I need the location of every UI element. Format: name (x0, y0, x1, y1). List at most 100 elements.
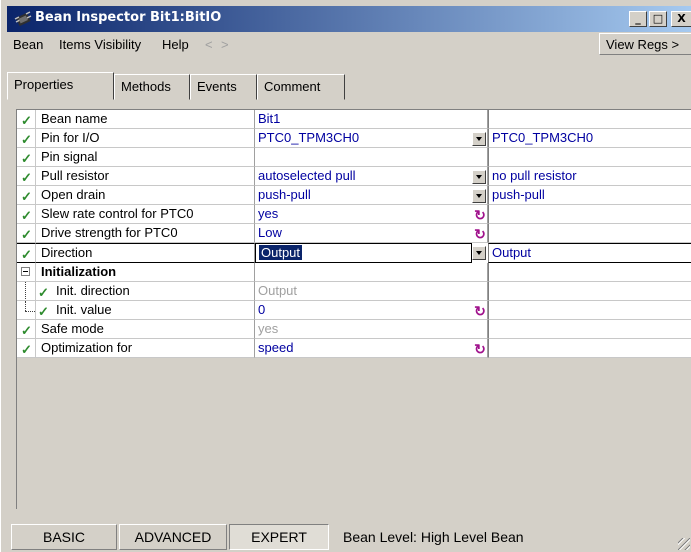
check-icon: ✓ (21, 113, 32, 128)
property-value[interactable]: Low (255, 224, 488, 243)
property-value2: no pull resistor (488, 167, 691, 186)
tab-properties[interactable]: Properties (7, 72, 114, 100)
check-icon: ✓ (38, 285, 49, 300)
tree-line (25, 301, 26, 311)
tab-methods[interactable]: Methods (114, 74, 190, 100)
property-row-pin-for-io[interactable]: ✓ Pin for I/O PTC0_TPM3CH0 PTC0_TPM3CH0 (17, 129, 691, 148)
status-cell (17, 263, 36, 282)
property-row-init-value[interactable]: ✓ Init. value 0 ↻ (17, 301, 691, 320)
property-name: Init. direction (56, 283, 130, 298)
advanced-level-button[interactable]: ADVANCED (119, 524, 227, 550)
back-arrow-button[interactable]: < (205, 37, 213, 52)
status-cell: ✓ (17, 129, 36, 148)
property-row-optimization[interactable]: ✓ Optimization for speed ↻ (17, 339, 691, 358)
property-row-safe-mode[interactable]: ✓ Safe mode yes (17, 320, 691, 339)
check-icon: ✓ (21, 189, 32, 204)
property-value[interactable]: autoselected pull (255, 167, 488, 186)
property-value[interactable]: yes (255, 205, 488, 224)
property-value: yes (255, 320, 488, 339)
property-value[interactable]: speed (255, 339, 488, 358)
menu-help[interactable]: Help (162, 37, 189, 52)
reset-icon[interactable]: ↻ (472, 207, 488, 223)
property-name-cell: ✓ Init. value (36, 301, 255, 320)
bean-chip-icon (14, 11, 32, 27)
property-row-pin-signal[interactable]: ✓ Pin signal (17, 148, 691, 167)
chevron-down-icon[interactable] (472, 246, 486, 260)
resize-grip[interactable] (678, 538, 690, 550)
expert-level-button[interactable]: EXPERT (229, 524, 329, 550)
bean-inspector-window: Bean Inspector Bit1:BitIO _ □ X Bean Ite… (0, 0, 691, 552)
status-cell: ✓ (17, 205, 36, 224)
basic-level-button[interactable]: BASIC (11, 524, 117, 550)
property-value2 (488, 263, 691, 282)
property-row-slew-rate[interactable]: ✓ Slew rate control for PTC0 yes ↻ (17, 205, 691, 224)
property-name: Open drain (36, 186, 255, 205)
property-value2 (488, 320, 691, 339)
property-value2 (488, 339, 691, 358)
check-icon: ✓ (21, 323, 32, 338)
check-icon: ✓ (38, 304, 49, 319)
menu-bean[interactable]: Bean (13, 37, 43, 52)
property-row-open-drain[interactable]: ✓ Open drain push-pull push-pull (17, 186, 691, 205)
direction-value-editor[interactable]: Output (255, 243, 472, 263)
property-value2: push-pull (488, 186, 691, 205)
close-button[interactable]: X (671, 11, 691, 27)
title-bar[interactable]: Bean Inspector Bit1:BitIO _ □ X (7, 6, 691, 32)
minimize-button[interactable]: _ (629, 11, 647, 27)
reset-icon[interactable]: ↻ (472, 341, 488, 357)
property-name: Optimization for (36, 339, 255, 358)
property-value2: Output (488, 243, 691, 263)
collapse-icon[interactable] (21, 267, 30, 276)
status-cell: ✓ (17, 186, 36, 205)
property-value[interactable]: Output (259, 245, 303, 260)
property-value[interactable]: 0 (255, 301, 488, 320)
property-value[interactable]: Bit1 (255, 110, 488, 129)
property-name: Safe mode (36, 320, 255, 339)
status-cell: ✓ (17, 167, 36, 186)
property-name-cell: ✓ Init. direction (36, 282, 255, 301)
property-group-initialization[interactable]: Initialization (17, 263, 691, 282)
reset-icon[interactable]: ↻ (472, 226, 488, 242)
property-name: Bean name (36, 110, 255, 129)
status-cell: ✓ (17, 339, 36, 358)
chevron-down-icon[interactable] (472, 132, 486, 146)
status-cell: ✓ (17, 243, 36, 263)
group-title: Initialization (36, 263, 255, 282)
menu-items-visibility[interactable]: Items Visibility (59, 37, 141, 52)
property-name: Slew rate control for PTC0 (36, 205, 255, 224)
status-cell: ✓ (17, 148, 36, 167)
forward-arrow-button[interactable]: > (221, 37, 229, 52)
status-cell: ✓ (17, 224, 36, 243)
status-cell: ✓ (17, 110, 36, 129)
window-title: Bean Inspector Bit1:BitIO (35, 10, 222, 25)
tab-events[interactable]: Events (190, 74, 257, 100)
check-icon: ✓ (21, 247, 32, 262)
tab-comment[interactable]: Comment (257, 74, 345, 100)
status-cell (17, 282, 36, 301)
property-value2: PTC0_TPM3CH0 (488, 129, 691, 148)
property-row-bean-name[interactable]: ✓ Bean name Bit1 (17, 110, 691, 129)
property-row-pull-resistor[interactable]: ✓ Pull resistor autoselected pull no pul… (17, 167, 691, 186)
reset-icon[interactable]: ↻ (472, 303, 488, 319)
property-value2 (488, 224, 691, 243)
view-regs-button[interactable]: View Regs > (599, 33, 691, 55)
property-value: Output (255, 282, 488, 301)
chevron-down-icon[interactable] (472, 170, 486, 184)
property-row-init-direction[interactable]: ✓ Init. direction Output (17, 282, 691, 301)
property-value[interactable] (255, 148, 488, 167)
property-value2 (488, 148, 691, 167)
maximize-button[interactable]: □ (649, 11, 667, 27)
property-name: Init. value (56, 302, 112, 317)
chevron-down-icon[interactable] (472, 189, 486, 203)
property-value2 (488, 110, 691, 129)
menu-bar: Bean Items Visibility Help < > View Regs… (7, 32, 691, 56)
check-icon: ✓ (21, 151, 32, 166)
property-value2 (488, 205, 691, 224)
property-value[interactable]: PTC0_TPM3CH0 (255, 129, 488, 148)
status-cell: ✓ (17, 320, 36, 339)
bean-level-label: Bean Level: High Level Bean (343, 529, 524, 545)
check-icon: ✓ (21, 227, 32, 242)
property-value[interactable]: push-pull (255, 186, 488, 205)
property-row-direction[interactable]: ✓ Direction Output Output (17, 243, 691, 263)
property-row-drive-strength[interactable]: ✓ Drive strength for PTC0 Low ↻ (17, 224, 691, 243)
